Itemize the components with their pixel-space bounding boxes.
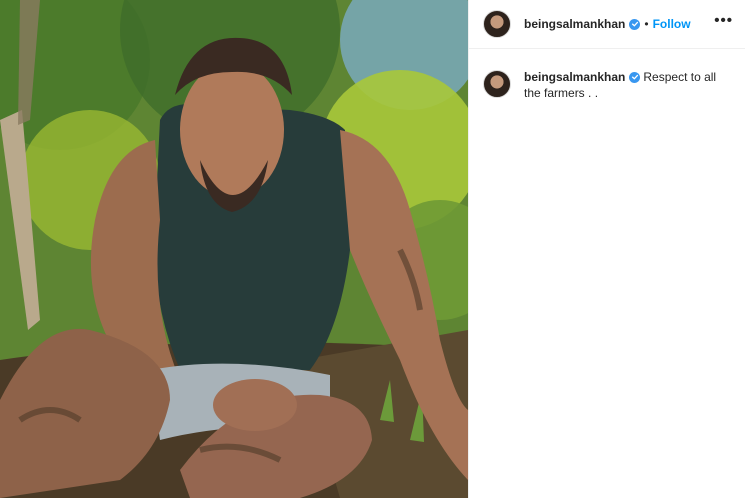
author-username[interactable]: beingsalmankhan xyxy=(524,17,625,31)
instagram-post: beingsalmankhan • Follow ••• beingsalman… xyxy=(0,0,745,498)
post-header: beingsalmankhan • Follow ••• xyxy=(469,0,745,49)
post-photo-illustration xyxy=(0,0,468,498)
caption-username[interactable]: beingsalmankhan xyxy=(524,70,625,84)
caption-body: beingsalmankhan Respect to all the farmer… xyxy=(524,69,724,101)
post-caption: beingsalmankhan Respect to all the farmer… xyxy=(469,49,745,101)
follow-button[interactable]: Follow xyxy=(653,17,691,31)
post-side-panel: beingsalmankhan • Follow ••• beingsalman… xyxy=(468,0,745,498)
post-photo[interactable] xyxy=(0,0,468,498)
header-separator: • xyxy=(644,17,649,31)
verified-badge-icon xyxy=(629,18,641,30)
verified-badge-icon xyxy=(629,71,641,83)
caption-avatar[interactable] xyxy=(483,70,511,98)
more-options-icon[interactable]: ••• xyxy=(714,13,733,32)
author-avatar[interactable] xyxy=(483,10,511,38)
